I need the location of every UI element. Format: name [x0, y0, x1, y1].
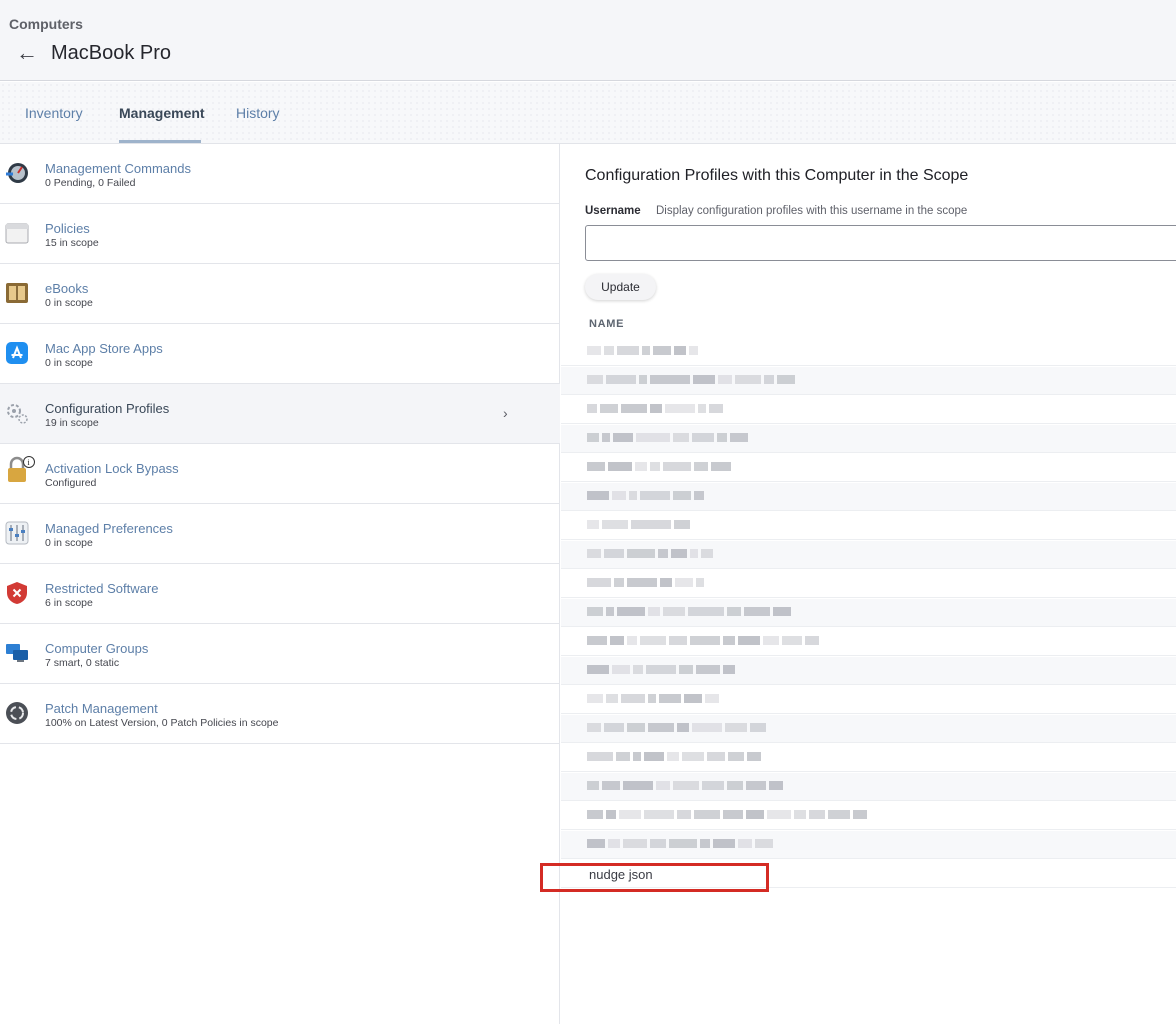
patch-icon	[6, 702, 28, 724]
sidebar-item-management-commands[interactable]: Management Commands 0 Pending, 0 Failed	[0, 144, 560, 204]
sidebar-item-label: eBooks	[45, 281, 89, 296]
redacted-profile-name	[587, 520, 690, 532]
sidebar-item-label: Policies	[45, 221, 90, 236]
active-tab-indicator	[119, 140, 201, 143]
sidebar-item-label: Mac App Store Apps	[45, 341, 163, 356]
redacted-profile-name	[587, 636, 819, 648]
username-input[interactable]	[585, 225, 1176, 261]
shield-icon	[7, 582, 27, 604]
sidebar-item-label: Activation Lock Bypass	[45, 461, 179, 476]
sidebar-item-label: Configuration Profiles	[45, 401, 170, 416]
sidebar-item-policies[interactable]: Policies 15 in scope	[0, 204, 560, 264]
redacted-profile-name	[587, 694, 719, 706]
tab-history[interactable]: History	[236, 105, 280, 121]
profile-row[interactable]	[561, 512, 1176, 540]
redacted-profile-name	[587, 578, 704, 590]
lock-icon: i	[8, 456, 35, 482]
profile-row[interactable]	[561, 541, 1176, 569]
tab-bar: Inventory Management History	[0, 82, 1176, 144]
profile-row[interactable]	[561, 802, 1176, 830]
back-arrow-icon[interactable]: ←	[16, 40, 38, 66]
redacted-profile-name	[587, 607, 791, 619]
sidebar-item-mac-app-store-apps[interactable]: Mac App Store Apps 0 in scope	[0, 324, 560, 384]
sidebar-item-label: Patch Management	[45, 701, 158, 716]
redacted-profile-name	[587, 752, 761, 764]
profile-row[interactable]	[561, 831, 1176, 859]
redacted-profile-name	[587, 839, 773, 851]
update-button[interactable]: Update	[585, 274, 656, 300]
sidebar-item-sub: 15 in scope	[45, 237, 99, 249]
highlight-box	[540, 863, 769, 892]
profile-row[interactable]	[561, 454, 1176, 482]
redacted-profile-name	[587, 491, 704, 503]
computer-groups-icon	[6, 644, 28, 662]
chevron-right-icon: ›	[503, 405, 508, 421]
sidebar-item-patch-management[interactable]: Patch Management 100% on Latest Version,…	[0, 684, 560, 744]
sidebar-item-activation-lock-bypass[interactable]: i Activation Lock Bypass Configured	[0, 444, 560, 504]
configuration-profiles-panel: Configuration Profiles with this Compute…	[540, 144, 1176, 1024]
sidebar-item-sub: 0 in scope	[45, 357, 93, 369]
redacted-profile-name	[587, 723, 766, 735]
ebooks-icon	[6, 283, 28, 303]
sidebar-item-ebooks[interactable]: eBooks 0 in scope	[0, 264, 560, 324]
sidebar-item-sub: 0 in scope	[45, 297, 93, 309]
sidebar-item-label: Managed Preferences	[45, 521, 173, 536]
sidebar-item-label: Management Commands	[45, 161, 191, 176]
profile-row[interactable]	[561, 744, 1176, 772]
sliders-icon	[5, 521, 29, 545]
profile-row[interactable]	[561, 570, 1176, 598]
tab-inventory[interactable]: Inventory	[25, 105, 83, 121]
redacted-profile-name	[587, 346, 698, 358]
profile-row[interactable]	[561, 367, 1176, 395]
sidebar-item-computer-groups[interactable]: Computer Groups 7 smart, 0 static	[0, 624, 560, 684]
sidebar-item-sub: 19 in scope	[45, 417, 99, 429]
redacted-profile-name	[587, 549, 713, 561]
redacted-profile-name	[587, 433, 748, 445]
sidebar-item-sub: 0 in scope	[45, 537, 93, 549]
redacted-profile-name	[587, 781, 783, 793]
breadcrumb[interactable]: Computers	[9, 16, 83, 32]
sidebar-item-restricted-software[interactable]: Restricted Software 6 in scope	[0, 564, 560, 624]
app-store-icon	[6, 342, 28, 364]
profile-row[interactable]	[561, 338, 1176, 366]
sidebar-item-sub: Configured	[45, 477, 97, 489]
profile-row[interactable]	[561, 773, 1176, 801]
username-label: Username	[585, 205, 641, 217]
profile-row[interactable]	[561, 425, 1176, 453]
redacted-profile-name	[587, 665, 735, 677]
sidebar-item-sub: 7 smart, 0 static	[45, 657, 120, 669]
profile-row[interactable]	[561, 628, 1176, 656]
management-commands-icon	[6, 163, 28, 183]
redacted-profile-name	[587, 462, 731, 474]
sidebar-item-sub: 0 Pending, 0 Failed	[45, 177, 136, 189]
policies-icon	[5, 223, 29, 244]
tab-management[interactable]: Management	[119, 105, 205, 121]
profile-row[interactable]	[561, 715, 1176, 743]
page-title: MacBook Pro	[51, 42, 172, 64]
section-title: Configuration Profiles with this Compute…	[585, 167, 969, 184]
page-header: Computers ← MacBook Pro	[0, 0, 1176, 81]
sidebar-item-label: Computer Groups	[45, 641, 149, 656]
sidebar-item-configuration-profiles[interactable]: Configuration Profiles 19 in scope ›	[0, 384, 560, 444]
redacted-profile-name	[587, 810, 867, 822]
sidebar-item-managed-preferences[interactable]: Managed Preferences 0 in scope	[0, 504, 560, 564]
redacted-profile-name	[587, 404, 723, 416]
sidebar-item-sub: 100% on Latest Version, 0 Patch Policies…	[45, 717, 279, 729]
profile-row[interactable]	[561, 686, 1176, 714]
sidebar-item-sub: 6 in scope	[45, 597, 93, 609]
username-hint: Display configuration profiles with this…	[656, 205, 968, 217]
profile-row[interactable]	[561, 483, 1176, 511]
redacted-profile-name	[587, 375, 795, 387]
profile-row[interactable]	[561, 657, 1176, 685]
gear-icon	[7, 404, 28, 424]
management-sidebar: Management Commands 0 Pending, 0 Failed …	[0, 144, 560, 1024]
sidebar-item-label: Restricted Software	[45, 581, 159, 596]
profile-row[interactable]	[561, 599, 1176, 627]
profile-row[interactable]	[561, 396, 1176, 424]
name-column-header[interactable]: NAME	[589, 318, 624, 330]
